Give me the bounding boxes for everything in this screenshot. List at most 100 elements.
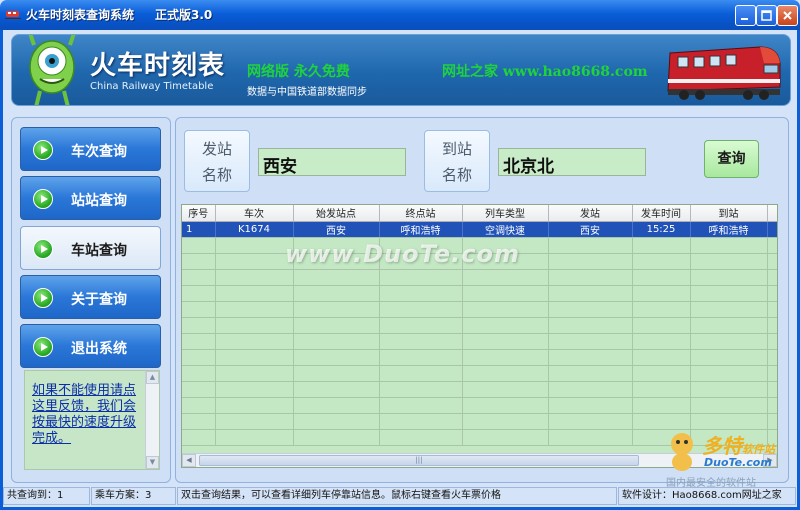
empty-table-cell [690,413,768,430]
nav-label: 车站查询 [71,243,127,259]
column-header[interactable]: 到站 [690,205,768,222]
maximize-button[interactable] [756,5,777,26]
empty-table-cell [293,269,380,286]
query-button[interactable]: 查询 [704,140,759,178]
empty-table-cell [632,397,691,414]
empty-table-cell [215,429,294,446]
train-app-icon [5,11,21,19]
nav-exit-system[interactable]: 退出系统 [20,324,161,368]
empty-table-cell [379,349,463,366]
empty-table-cell [379,397,463,414]
empty-table-cell [182,413,216,430]
status-found-count: 共查询到：1 [3,487,90,505]
empty-table-cell [767,269,777,286]
scroll-left-arrow[interactable]: ◀ [182,454,196,467]
empty-table-cell [462,349,549,366]
nav-station-to-station-query[interactable]: 站站查询 [20,176,161,220]
empty-table-cell [767,413,777,430]
empty-table-cell [548,349,633,366]
column-header[interactable]: 终点站 [379,205,463,222]
status-bar: 共查询到：1 乘车方案：3 双击查询结果，可以查看详细列车停靠站信息。鼠标右键查… [3,487,797,507]
empty-table-cell [293,285,380,302]
empty-table-cell [215,397,294,414]
minimize-icon [741,18,748,20]
empty-table-cell [548,381,633,398]
table-header-row: 序号 车次 始发站点 终点站 列车类型 发站 发车时间 到站 [182,205,777,222]
query-panel: 发站 名称 西安 到站 名称 北京北 查询 序号 车次 始发站点 终点站 列车类… [175,117,789,483]
empty-table-cell [379,269,463,286]
banner-title: 火车时刻表 [90,51,226,81]
empty-table-cell [632,381,691,398]
empty-table-cell [767,365,777,382]
empty-table-cell [548,333,633,350]
nav-train-number-query[interactable]: 车次查询 [20,127,161,171]
column-header[interactable]: 始发站点 [293,205,380,222]
empty-table-row [182,381,777,398]
to-station-label: 到站 名称 [424,130,490,192]
empty-table-cell [548,429,633,446]
watermark-logo-en: DuoTe.com [704,456,772,469]
empty-table-cell [690,253,768,270]
empty-table-cell [215,381,294,398]
empty-table-cell [293,365,380,382]
empty-table-cell [293,301,380,318]
empty-table-cell [548,317,633,334]
table-cell: 呼和浩特 [690,221,768,238]
column-header[interactable]: 发站 [548,205,633,222]
empty-table-cell [215,269,294,286]
empty-table-cell [632,301,691,318]
column-header[interactable]: 序号 [182,205,216,222]
empty-table-cell [690,269,768,286]
empty-table-cell [462,333,549,350]
empty-table-row [182,413,777,430]
table-cell: 15:25 [632,221,691,238]
mascot-icon [28,35,76,105]
table-row[interactable]: 1 K1674 西安 呼和浩特 空调快速 西安 15:25 呼和浩特 [182,221,777,238]
empty-table-cell [293,413,380,430]
feedback-scrollbar[interactable]: ▲ ▼ [145,371,159,469]
empty-table-row [182,333,777,350]
watermark-logo-cn-small: 软件站 [742,443,775,456]
empty-table-cell [632,413,691,430]
empty-table-cell [767,397,777,414]
banner-sync-note: 数据与中国铁道部数据同步 [247,87,367,98]
empty-table-cell [215,301,294,318]
empty-table-cell [767,317,777,334]
table-cell: 1 [182,221,216,238]
empty-table-cell [182,365,216,382]
status-plan-count: 乘车方案：3 [91,487,176,505]
empty-table-cell [690,301,768,318]
to-station-input[interactable]: 北京北 [498,148,646,177]
nav-station-query[interactable]: 车站查询 [20,226,161,270]
from-station-input[interactable]: 西安 [258,148,406,177]
title-bar[interactable]: 火车时刻表查询系统 正式版3.0 [0,0,800,30]
mascot-logo-icon [671,433,693,471]
maximize-icon [761,10,772,21]
nav-about-query[interactable]: 关于查询 [20,275,161,319]
empty-table-cell [462,301,549,318]
empty-table-cell [462,365,549,382]
empty-table-cell [182,333,216,350]
empty-table-cell [632,365,691,382]
feedback-link[interactable]: 如果不能使用请点这里反馈，我们会按最快的速度升级完成。 [32,383,140,447]
empty-table-cell [182,381,216,398]
table-cell: 西安 [293,221,380,238]
scroll-up-arrow[interactable]: ▲ [146,371,159,384]
empty-table-cell [767,349,777,366]
scroll-down-arrow[interactable]: ▼ [146,456,159,469]
column-header[interactable]: 车次 [215,205,294,222]
empty-table-cell [293,333,380,350]
column-header[interactable]: 发车时间 [632,205,691,222]
to-label-line2: 名称 [441,166,472,184]
scroll-thumb[interactable]: ||| [199,455,639,466]
empty-table-cell [632,285,691,302]
minimize-button[interactable] [735,5,756,26]
empty-table-cell [215,237,294,254]
empty-table-cell [215,333,294,350]
banner-slogan: 网络版 永久免费 [247,64,350,80]
close-button[interactable] [777,5,798,26]
empty-table-cell [632,253,691,270]
column-header[interactable]: 列车类型 [462,205,549,222]
nav-label: 关于查询 [71,292,127,308]
empty-table-cell [767,237,777,254]
